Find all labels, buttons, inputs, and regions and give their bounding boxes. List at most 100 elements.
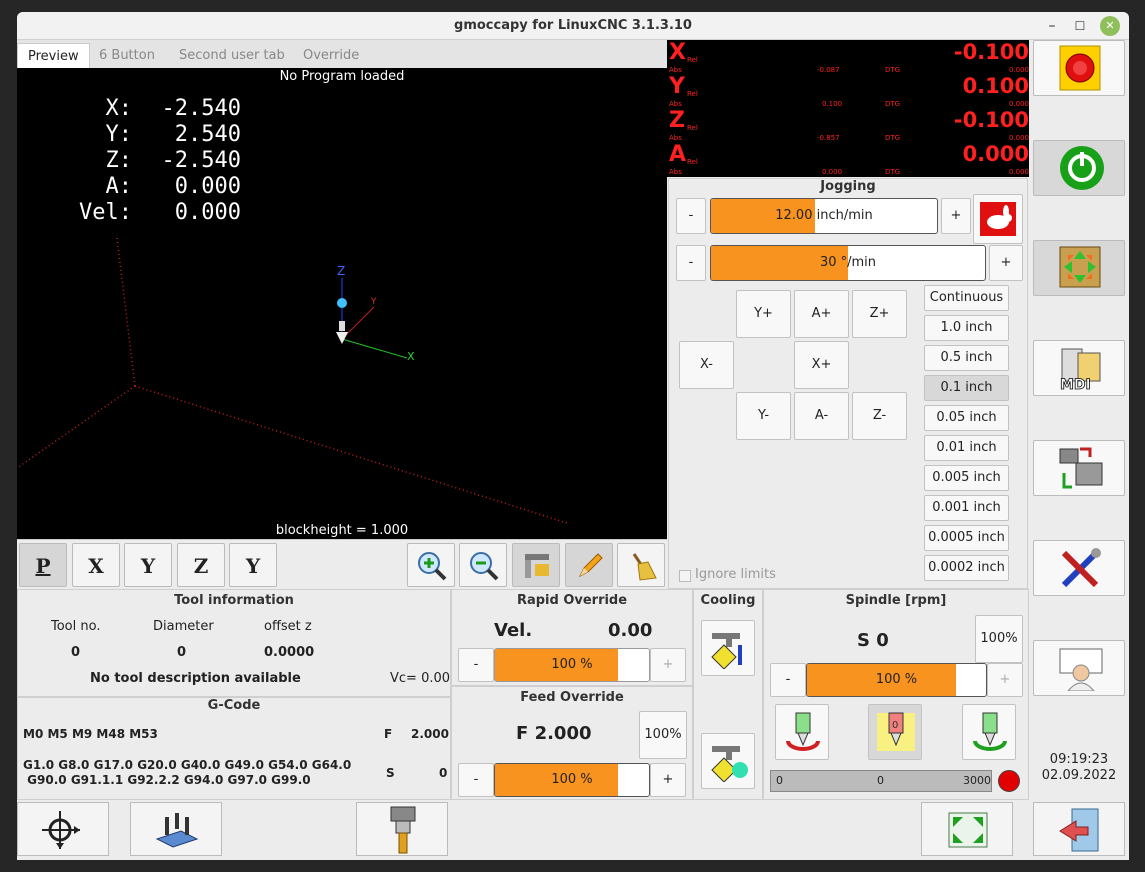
dro-z-dtg: 0.000 — [1008, 134, 1029, 142]
spindle-reverse-button[interactable] — [962, 704, 1016, 760]
gcode-preview[interactable]: No Program loaded X: -2.540 Y: 2.540 Z: … — [17, 68, 667, 539]
dro-panel: X Rel Abs -0.100 -0.087 DTG 0.000 Y Rel … — [667, 40, 1029, 177]
settings-button[interactable] — [1033, 540, 1125, 596]
feed-plus[interactable]: + — [650, 763, 686, 797]
fullscreen-button[interactable] — [921, 802, 1013, 856]
increment-0-05[interactable]: 0.05 inch — [924, 405, 1009, 431]
jog-z-minus[interactable]: Z- — [852, 392, 907, 440]
gcode-frame: G-Code M0 M5 M9 M48 M53 F 2.000 G1.0 G8.… — [17, 697, 451, 800]
tab-preview[interactable]: Preview — [17, 43, 90, 68]
feed-minus[interactable]: - — [458, 763, 494, 797]
dro-row-y[interactable]: Y Rel Abs 0.100 0.100 DTG 0.000 — [667, 74, 1029, 108]
turtle-rabbit-button[interactable] — [973, 194, 1023, 244]
dro-y-abs: 0.100 — [822, 100, 843, 108]
increment-0-0005[interactable]: 0.0005 inch — [924, 525, 1009, 551]
increment-0-001[interactable]: 0.001 inch — [924, 495, 1009, 521]
feed-value: 100 % — [551, 772, 593, 787]
jog-a-minus[interactable]: A- — [794, 392, 849, 440]
svg-text:0: 0 — [892, 720, 898, 731]
increment-0-0002[interactable]: 0.0002 inch — [924, 555, 1009, 581]
spindle-reset-button[interactable]: 100% — [975, 615, 1023, 663]
increment-continuous[interactable]: Continuous — [924, 285, 1009, 311]
dro-abs-label: Abs — [669, 134, 682, 142]
tab-second-user[interactable]: Second user tab — [169, 43, 295, 68]
jog-angular-minus[interactable]: - — [676, 245, 706, 281]
dro-row-x[interactable]: X Rel Abs -0.100 -0.087 DTG 0.000 — [667, 40, 1029, 74]
view-p-text: P — [35, 554, 51, 578]
offset-value: 0.0000 — [264, 645, 315, 660]
spindle-override-slider[interactable]: 100 % — [806, 663, 987, 697]
emergency-stop-button[interactable] — [1033, 40, 1125, 96]
mist-icon — [711, 746, 748, 782]
view-perspective-button[interactable]: P — [19, 543, 67, 587]
increment-0-1[interactable]: 0.1 inch — [924, 375, 1009, 401]
spindle-minus[interactable]: - — [770, 663, 806, 697]
minimize-button[interactable]: – — [1042, 16, 1062, 36]
auto-mode-button[interactable] — [1033, 440, 1125, 496]
feed-reset-button[interactable]: 100% — [639, 711, 687, 759]
maximize-button[interactable]: ☐ — [1070, 16, 1090, 36]
close-button[interactable]: ✕ — [1100, 16, 1120, 36]
tool-no-label: Tool no. — [51, 619, 101, 634]
active-gcodes-line2: G90.0 G91.1.1 G92.2.2 G94.0 G97.0 G99.0 — [23, 773, 311, 787]
flood-icon — [711, 633, 742, 669]
jog-y-plus[interactable]: Y+ — [736, 290, 791, 338]
view-x-text: X — [88, 554, 104, 578]
zoom-in-button[interactable] — [407, 543, 455, 587]
exit-button[interactable] — [1033, 802, 1125, 856]
increment-0-005[interactable]: 0.005 inch — [924, 465, 1009, 491]
jog-angular-speed-slider[interactable]: 30 °/min — [710, 245, 986, 281]
cutting-speed: Vc= 0.00 — [390, 671, 451, 686]
velocity-label: Vel. — [494, 620, 533, 641]
mdi-mode-button[interactable]: MDI — [1033, 340, 1125, 396]
jog-speed-plus[interactable]: + — [941, 198, 971, 234]
tab-override[interactable]: Override — [293, 43, 369, 68]
active-gcodes-line1: G1.0 G8.0 G17.0 G20.0 G40.0 G49.0 G54.0 … — [23, 758, 352, 772]
blockheight-label: blockheight = 1.000 — [275, 523, 409, 538]
jog-speed-minus[interactable]: - — [676, 198, 706, 234]
spindle-speed-display: S 0 — [857, 630, 889, 651]
edit-button[interactable] — [565, 543, 613, 587]
increment-1-0[interactable]: 1.0 inch — [924, 315, 1009, 341]
jog-y-minus[interactable]: Y- — [736, 392, 791, 440]
spindle-stop-button[interactable]: 0 — [868, 704, 922, 760]
jog-a-plus[interactable]: A+ — [794, 290, 849, 338]
tool-change-button[interactable] — [356, 802, 448, 856]
dro-rel-label: Rel — [687, 90, 698, 98]
increment-0-5[interactable]: 0.5 inch — [924, 345, 1009, 371]
ignore-limits-checkbox[interactable] — [679, 570, 691, 582]
dro-row-a[interactable]: A Rel Abs 0.000 0.000 DTG 0.000 — [667, 142, 1029, 176]
view-y-button[interactable]: Y — [124, 543, 172, 587]
view-y2-button[interactable]: Y — [229, 543, 277, 587]
increment-0-01[interactable]: 0.01 inch — [924, 435, 1009, 461]
feed-override-slider[interactable]: 100 % — [494, 763, 650, 797]
view-x-button[interactable]: X — [72, 543, 120, 587]
jog-x-minus[interactable]: X- — [679, 341, 734, 389]
rapid-minus[interactable]: - — [458, 648, 494, 682]
spindle-plus[interactable]: + — [987, 663, 1023, 697]
jog-z-plus[interactable]: Z+ — [852, 290, 907, 338]
view-z-button[interactable]: Z — [177, 543, 225, 587]
manual-mode-button[interactable] — [1033, 240, 1125, 296]
rapid-plus[interactable]: + — [650, 648, 686, 682]
rapid-value: 100 % — [551, 657, 593, 672]
spindle-forward-button[interactable] — [775, 704, 829, 760]
clear-plot-button[interactable] — [617, 543, 665, 587]
show-dimensions-button[interactable] — [512, 543, 560, 587]
rapid-override-slider[interactable]: 100 % — [494, 648, 650, 682]
jog-angular-plus[interactable]: + — [989, 245, 1023, 281]
touch-off-button[interactable] — [130, 802, 222, 856]
dro-dtg-label: DTG — [885, 134, 901, 142]
flood-coolant-button[interactable] — [701, 620, 755, 676]
mist-coolant-button[interactable] — [701, 733, 755, 789]
jog-linear-speed-slider[interactable]: 12.00 inch/min — [710, 198, 938, 234]
homing-button[interactable] — [17, 802, 109, 856]
zoom-out-button[interactable] — [459, 543, 507, 587]
tab-6-button[interactable]: 6 Button — [89, 43, 165, 68]
user-tabs-button[interactable] — [1033, 640, 1125, 696]
diameter-label: Diameter — [153, 619, 214, 634]
dro-row-z[interactable]: Z Rel Abs -0.100 -0.857 DTG 0.000 — [667, 108, 1029, 142]
machine-on-button[interactable] — [1033, 140, 1125, 196]
dro-y-dtg: 0.000 — [1008, 100, 1029, 108]
jog-x-plus[interactable]: X+ — [794, 341, 849, 389]
